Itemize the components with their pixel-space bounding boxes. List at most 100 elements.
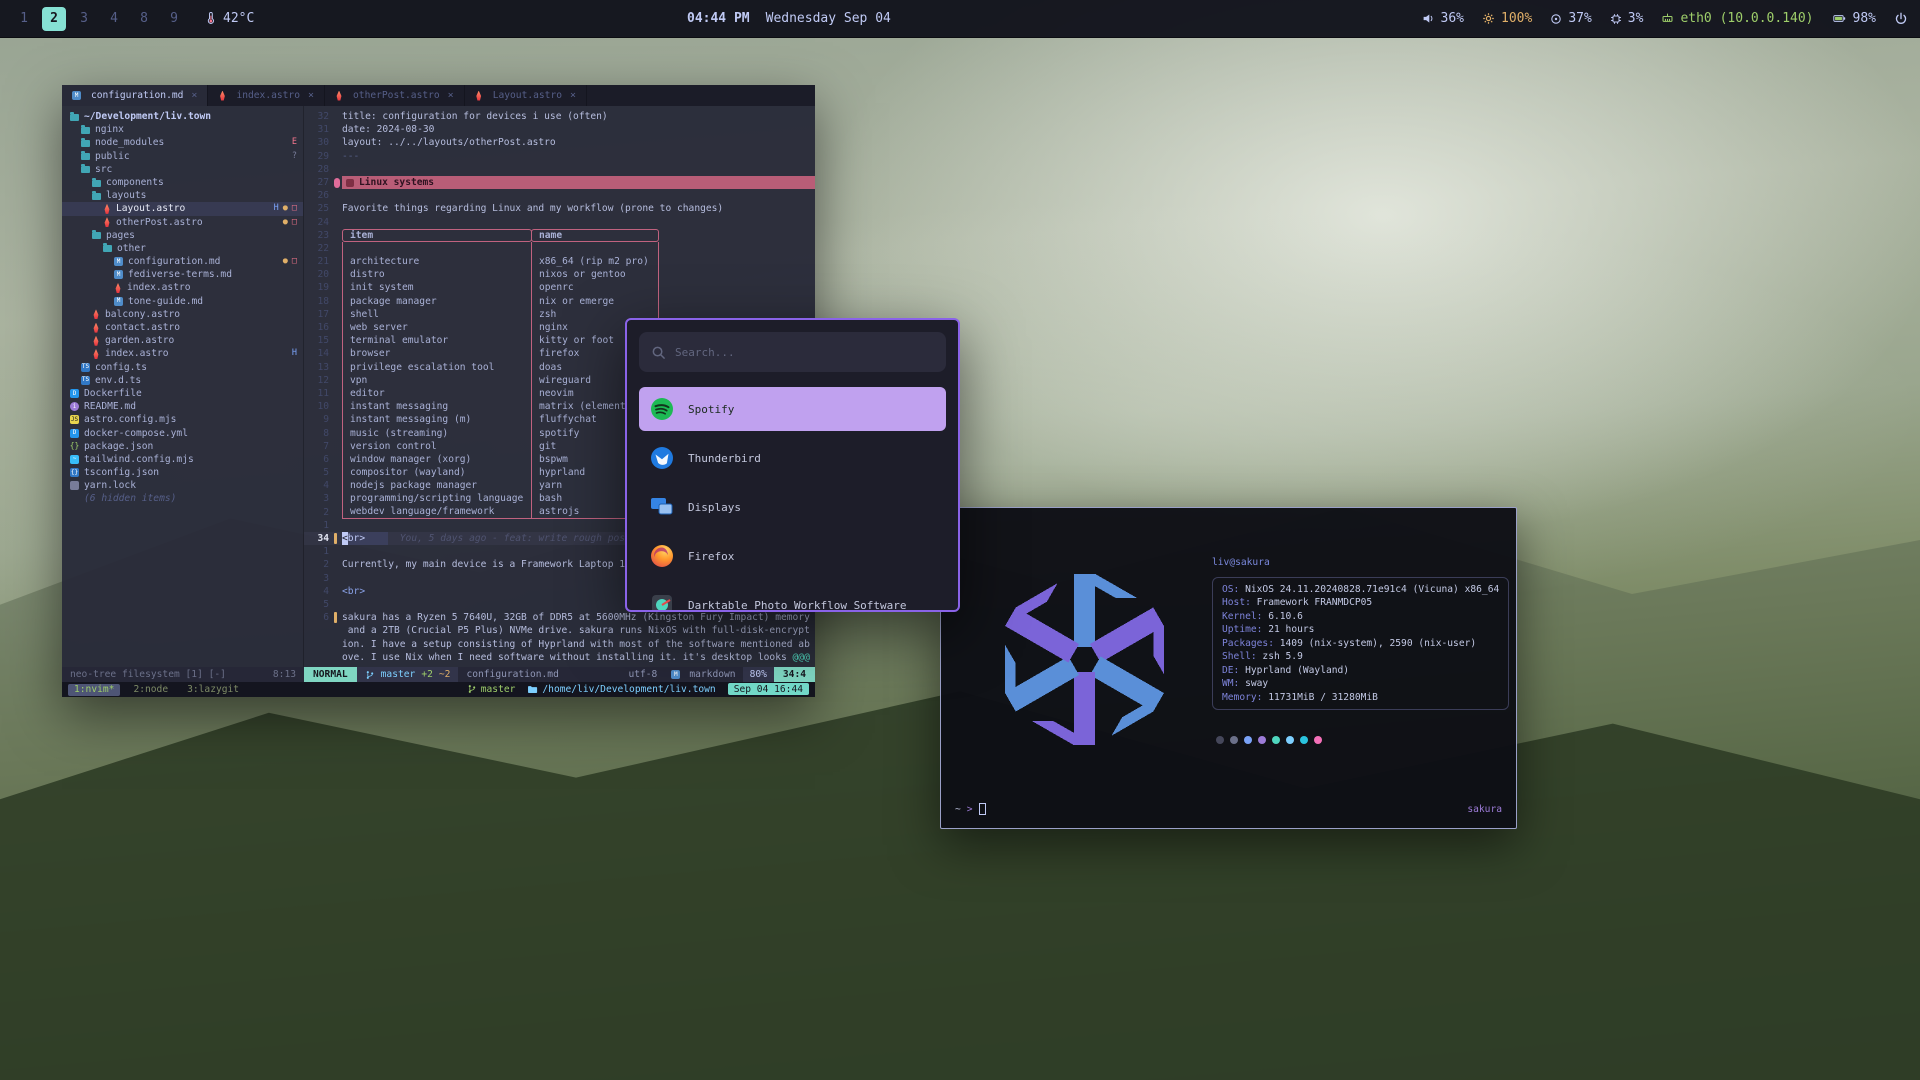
tab-index.astro[interactable]: index.astro× bbox=[208, 85, 325, 106]
editor-line[interactable]: 29--- bbox=[304, 150, 815, 163]
tree-item-garden.astro[interactable]: garden.astro bbox=[62, 334, 303, 347]
workspace-1[interactable]: 1 bbox=[12, 7, 36, 31]
folder-icon bbox=[92, 180, 101, 187]
tree-item-pages[interactable]: pages bbox=[62, 229, 303, 242]
tree-item-tailwind.config.mjs[interactable]: ~tailwind.config.mjs bbox=[62, 453, 303, 466]
editor-line[interactable]: 25Favorite things regarding Linux and my… bbox=[304, 202, 815, 215]
fetch-info-label: Memory: bbox=[1222, 691, 1262, 705]
editor-line[interactable]: 6sakura has a Ryzen 5 7640U, 32GB of DDR… bbox=[304, 611, 815, 624]
table-cell-item: webdev language/framework bbox=[342, 506, 532, 519]
editor-line[interactable]: ion. I have a setup consisting of Hyprla… bbox=[304, 638, 815, 651]
disk-module[interactable]: 37% bbox=[1550, 11, 1591, 26]
tree-item-nginx[interactable]: nginx bbox=[62, 123, 303, 136]
tree-item-label: contact.astro bbox=[105, 321, 180, 334]
launcher-item-Thunderbird[interactable]: Thunderbird bbox=[639, 436, 946, 480]
tree-item-docker-compose.yml[interactable]: Ddocker-compose.yml bbox=[62, 427, 303, 440]
tree-item-label: README.md bbox=[84, 400, 136, 413]
workspace-2[interactable]: 2 bbox=[42, 7, 66, 31]
palette-dot bbox=[1216, 736, 1224, 744]
table-header-row[interactable]: 23itemname bbox=[304, 229, 815, 242]
tmux-window-2:node[interactable]: 2:node bbox=[127, 684, 174, 696]
shell-prompt[interactable]: ~ > bbox=[955, 803, 986, 817]
power-module[interactable] bbox=[1894, 12, 1908, 26]
tab-otherPost.astro[interactable]: otherPost.astro× bbox=[325, 85, 465, 106]
workspace-8[interactable]: 8 bbox=[132, 7, 156, 31]
tmux-window-3:lazygit[interactable]: 3:lazygit bbox=[181, 684, 245, 696]
tree-item-(6 hidden items)[interactable]: (6 hidden items) bbox=[62, 492, 303, 505]
gear-module[interactable]: 100% bbox=[1482, 11, 1532, 26]
prompt-symbol: > bbox=[967, 803, 973, 817]
tree-item-tone-guide.md[interactable]: Mtone-guide.md bbox=[62, 295, 303, 308]
search-input[interactable] bbox=[675, 346, 934, 359]
table-row[interactable]: 21architecturex86_64 (rip m2 pro) bbox=[304, 255, 815, 268]
tree-item-contact.astro[interactable]: contact.astro bbox=[62, 321, 303, 334]
workspace-4[interactable]: 4 bbox=[102, 7, 126, 31]
network-module[interactable]: eth0 (10.0.0.140) bbox=[1661, 11, 1813, 26]
editor-line[interactable]: 31date: 2024-08-30 bbox=[304, 123, 815, 136]
editor-line[interactable]: 24 bbox=[304, 216, 815, 229]
editor-line[interactable]: 32title: configuration for devices i use… bbox=[304, 110, 815, 123]
launcher-item-Spotify[interactable]: Spotify bbox=[639, 387, 946, 431]
text-segment: date: 2024-08-30 bbox=[342, 123, 434, 136]
editor-line[interactable]: ove. I use Nix when I need software with… bbox=[304, 651, 815, 664]
tree-item-node_modules[interactable]: node_modulesE bbox=[62, 136, 303, 149]
launcher-item-label: Darktable Photo Workflow Software bbox=[688, 599, 907, 612]
editor-line[interactable]: and a 2TB (Crucial P5 Plus) NVMe drive. … bbox=[304, 624, 815, 637]
tree-item-label: package.json bbox=[84, 440, 153, 453]
tree-item-configuration.md[interactable]: Mconfiguration.md●□ bbox=[62, 255, 303, 268]
tree-item-astro.config.mjs[interactable]: JSastro.config.mjs bbox=[62, 413, 303, 426]
cpu-module[interactable]: 3% bbox=[1610, 11, 1644, 26]
launcher-item-Displays[interactable]: Displays bbox=[639, 485, 946, 529]
battery-module[interactable]: 98% bbox=[1832, 11, 1876, 26]
fetch-info-label: Shell: bbox=[1222, 650, 1257, 664]
tree-badge: ● bbox=[283, 255, 288, 268]
tab-close-icon[interactable]: × bbox=[191, 89, 197, 102]
tab-close-icon[interactable]: × bbox=[448, 89, 454, 102]
launcher-item-Darktable Photo Workflow Software[interactable]: Darktable Photo Workflow Software bbox=[639, 583, 946, 612]
table-row[interactable]: 20distronixos or gentoo bbox=[304, 268, 815, 281]
table-cell-item: privilege escalation tool bbox=[342, 361, 532, 374]
tree-item-README.md[interactable]: iREADME.md bbox=[62, 400, 303, 413]
tab-close-icon[interactable]: × bbox=[308, 89, 314, 102]
tree-item-index.astro[interactable]: index.astro bbox=[62, 281, 303, 294]
markdown-heading-line[interactable]: 27Linux systems bbox=[304, 176, 815, 189]
launcher-item-Firefox[interactable]: Firefox bbox=[639, 534, 946, 578]
tree-item-env.d.ts[interactable]: TSenv.d.ts bbox=[62, 374, 303, 387]
tree-item-~/Development/liv.town[interactable]: ~/Development/liv.town bbox=[62, 110, 303, 123]
editor-line[interactable]: 30layout: ../../layouts/otherPost.astro bbox=[304, 136, 815, 149]
tree-item-components[interactable]: components bbox=[62, 176, 303, 189]
volume-module[interactable]: 36% bbox=[1422, 11, 1464, 26]
tree-item-public[interactable]: public? bbox=[62, 150, 303, 163]
table-row[interactable]: 18package managernix or emerge bbox=[304, 295, 815, 308]
tree-item-other[interactable]: other bbox=[62, 242, 303, 255]
tree-item-Dockerfile[interactable]: DDockerfile bbox=[62, 387, 303, 400]
line-number: 1 bbox=[304, 519, 334, 532]
table-row[interactable]: 19init systemopenrc bbox=[304, 281, 815, 294]
tree-item-otherPost.astro[interactable]: otherPost.astro●□ bbox=[62, 216, 303, 229]
table-separator-row[interactable]: 22 bbox=[304, 242, 815, 255]
tab-close-icon[interactable]: × bbox=[570, 89, 576, 102]
tmux-window-1:nvim*[interactable]: 1:nvim* bbox=[68, 684, 120, 696]
tree-item-layouts[interactable]: layouts bbox=[62, 189, 303, 202]
line-content: --- bbox=[342, 150, 815, 163]
tree-item-fediverse-terms.md[interactable]: Mfediverse-terms.md bbox=[62, 268, 303, 281]
tree-item-balcony.astro[interactable]: balcony.astro bbox=[62, 308, 303, 321]
search-box[interactable] bbox=[639, 332, 946, 372]
line-number: 12 bbox=[304, 374, 334, 387]
tailwind-icon: ~ bbox=[70, 455, 79, 464]
tab-configuration.md[interactable]: Mconfiguration.md× bbox=[62, 85, 208, 106]
tree-item-config.ts[interactable]: TSconfig.ts bbox=[62, 361, 303, 374]
tree-item-index.astro[interactable]: index.astroH bbox=[62, 347, 303, 360]
tree-item-package.json[interactable]: {}package.json bbox=[62, 440, 303, 453]
tree-badge: □ bbox=[292, 216, 297, 229]
tree-item-Layout.astro[interactable]: Layout.astroH●□ bbox=[62, 202, 303, 215]
editor-line[interactable]: 26 bbox=[304, 189, 815, 202]
workspace-9[interactable]: 9 bbox=[162, 7, 186, 31]
tree-item-tsconfig.json[interactable]: {}tsconfig.json bbox=[62, 466, 303, 479]
tree-item-src[interactable]: src bbox=[62, 163, 303, 176]
editor-line[interactable]: 28 bbox=[304, 163, 815, 176]
tab-Layout.astro[interactable]: Layout.astro× bbox=[465, 85, 587, 106]
workspace-3[interactable]: 3 bbox=[72, 7, 96, 31]
tree-item-yarn.lock[interactable]: yarn.lock bbox=[62, 479, 303, 492]
line-number: 20 bbox=[304, 268, 334, 281]
